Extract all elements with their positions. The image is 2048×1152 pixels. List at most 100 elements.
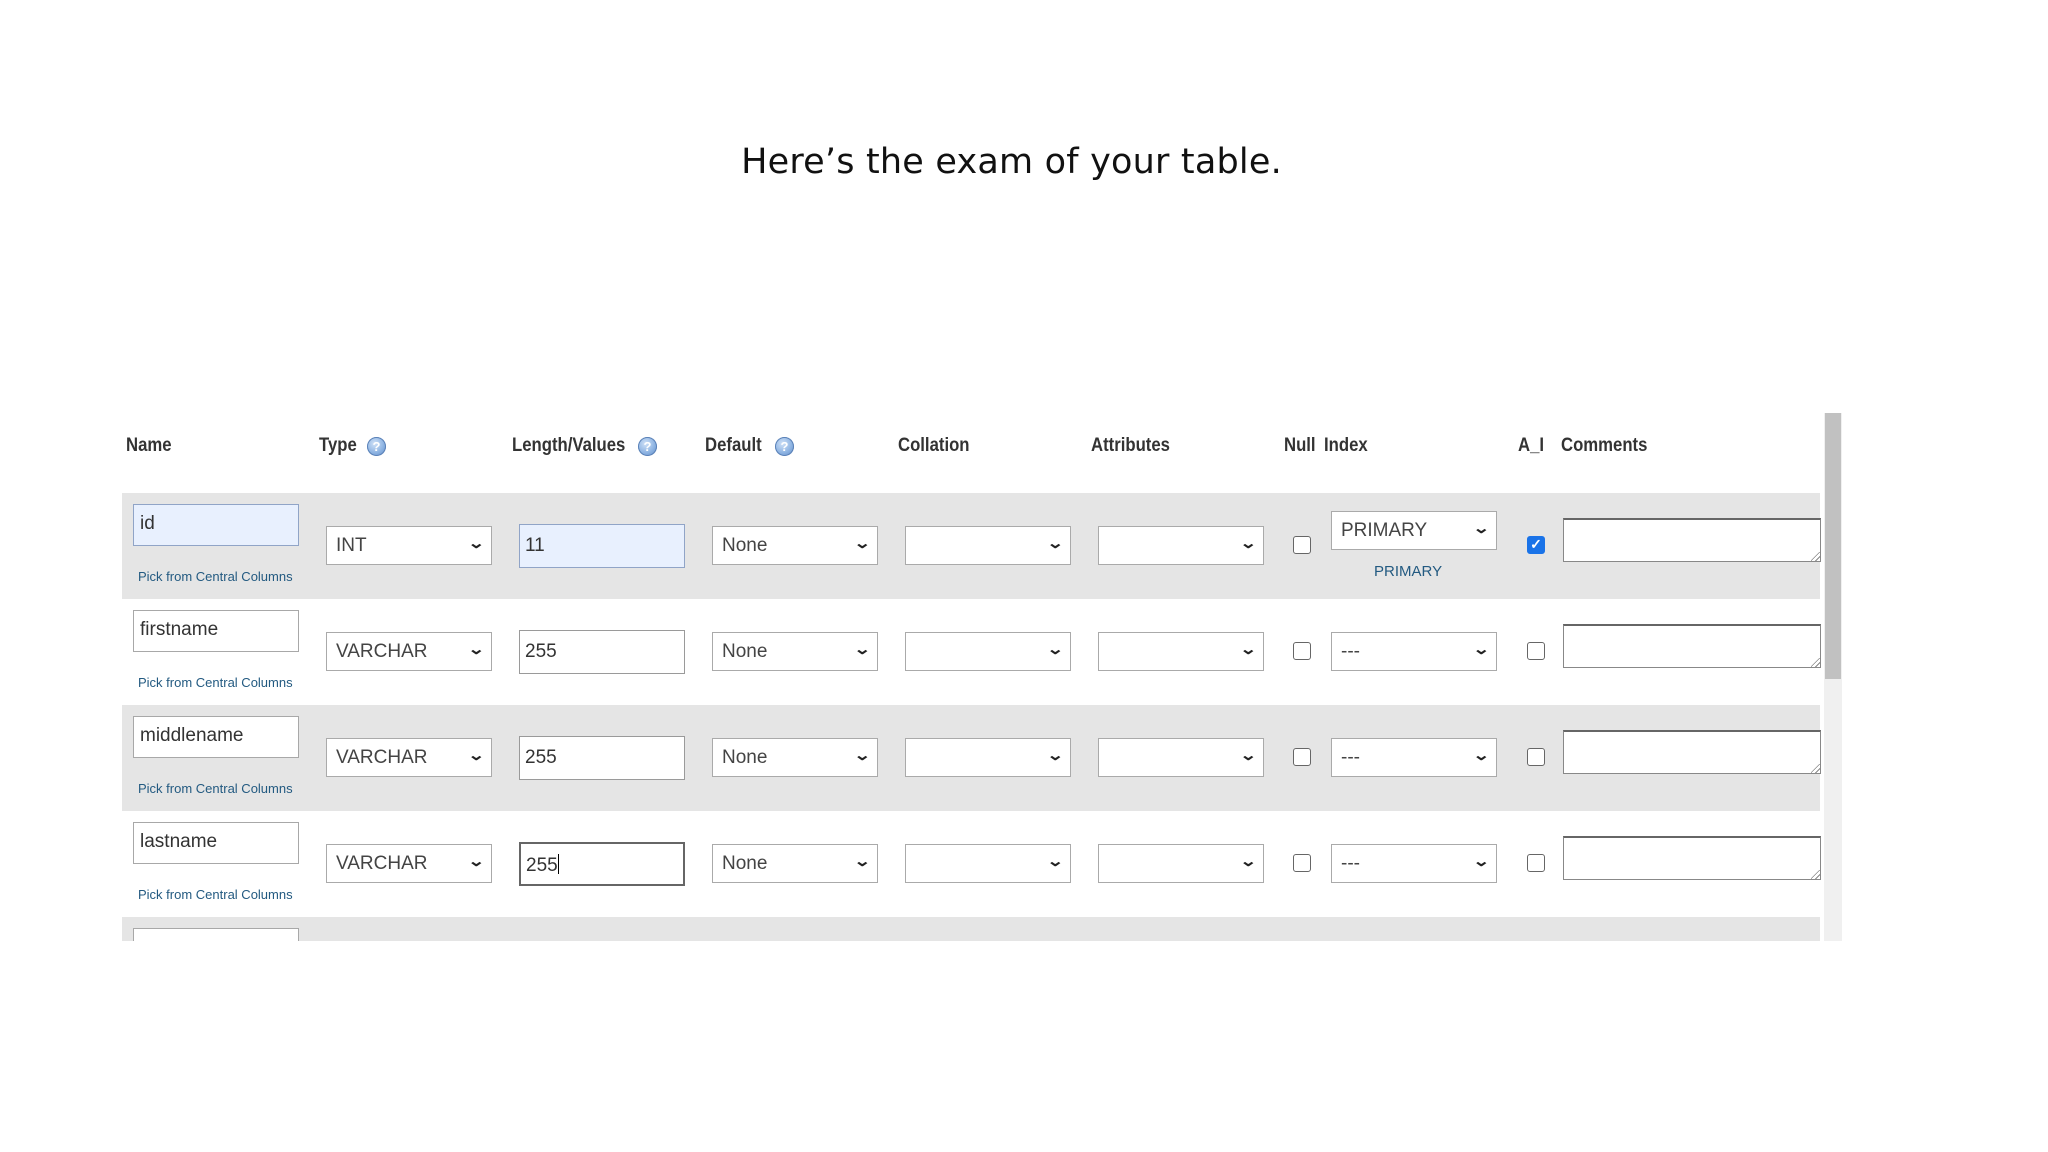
scrollbar-thumb[interactable] xyxy=(1825,413,1841,679)
index-select[interactable]: --- ⌄ xyxy=(1331,632,1497,671)
chevron-down-icon: ⌄ xyxy=(1239,535,1258,552)
pick-central-columns-link[interactable]: Pick from Central Columns xyxy=(138,675,293,690)
resize-grip-icon[interactable] xyxy=(1811,764,1820,773)
type-select-value: INT xyxy=(336,535,367,556)
comments-resize-area xyxy=(1563,730,1821,774)
attributes-select[interactable]: ⌄ xyxy=(1098,738,1264,777)
header-length-values: Length/Values xyxy=(512,435,626,456)
column-name-input[interactable]: firstname xyxy=(133,610,299,652)
chevron-down-icon: ⌄ xyxy=(1046,853,1065,870)
chevron-down-icon: ⌄ xyxy=(1046,747,1065,764)
null-checkbox[interactable] xyxy=(1293,854,1311,872)
auto-increment-checkbox[interactable] xyxy=(1527,748,1545,766)
default-select[interactable]: None ⌄ xyxy=(712,632,878,671)
type-select-value: VARCHAR xyxy=(336,853,428,874)
default-select-value: None xyxy=(722,641,768,662)
chevron-down-icon: ⌄ xyxy=(1472,747,1491,764)
index-select-value: --- xyxy=(1341,747,1360,768)
attributes-select[interactable]: ⌄ xyxy=(1098,632,1264,671)
index-select[interactable]: --- ⌄ xyxy=(1331,844,1497,883)
table-row-partial xyxy=(122,917,1820,941)
attributes-select[interactable]: ⌄ xyxy=(1098,526,1264,565)
vertical-scrollbar[interactable] xyxy=(1824,413,1842,941)
length-values-input[interactable]: 255 xyxy=(519,630,685,674)
chevron-down-icon: ⌄ xyxy=(467,853,486,870)
chevron-down-icon: ⌄ xyxy=(1472,853,1491,870)
header-type: Type xyxy=(319,435,357,456)
type-select[interactable]: INT ⌄ xyxy=(326,526,492,565)
collation-select[interactable]: ⌄ xyxy=(905,844,1071,883)
length-values-text: 255 xyxy=(526,855,558,876)
help-icon[interactable]: ? xyxy=(775,437,794,456)
index-select[interactable]: --- ⌄ xyxy=(1331,738,1497,777)
chevron-down-icon: ⌄ xyxy=(1239,853,1258,870)
resize-grip-icon[interactable] xyxy=(1811,552,1820,561)
header-ai: A_I xyxy=(1518,435,1545,456)
comments-resize-area xyxy=(1563,624,1821,668)
default-select[interactable]: None ⌄ xyxy=(712,526,878,565)
type-select-value: VARCHAR xyxy=(336,747,428,768)
chevron-down-icon: ⌄ xyxy=(853,853,872,870)
length-values-input[interactable]: 11 xyxy=(519,524,685,568)
index-select-value: --- xyxy=(1341,641,1360,662)
type-select[interactable]: VARCHAR ⌄ xyxy=(326,844,492,883)
check-icon: ✓ xyxy=(1530,536,1542,552)
auto-increment-checkbox[interactable] xyxy=(1527,854,1545,872)
chevron-down-icon: ⌄ xyxy=(1239,747,1258,764)
chevron-down-icon: ⌄ xyxy=(1472,520,1491,537)
chevron-down-icon: ⌄ xyxy=(1239,641,1258,658)
column-name-input[interactable]: id xyxy=(133,504,299,546)
header-null: Null xyxy=(1284,435,1316,456)
default-select-value: None xyxy=(722,853,768,874)
chevron-down-icon: ⌄ xyxy=(467,535,486,552)
chevron-down-icon: ⌄ xyxy=(467,641,486,658)
chevron-down-icon: ⌄ xyxy=(853,747,872,764)
column-name-input[interactable]: lastname xyxy=(133,822,299,864)
comments-resize-area xyxy=(1563,836,1821,880)
text-caret xyxy=(557,854,559,874)
primary-index-label[interactable]: PRIMARY xyxy=(1374,563,1442,580)
type-select[interactable]: VARCHAR ⌄ xyxy=(326,632,492,671)
table-row: firstname Pick from Central Columns VARC… xyxy=(122,599,1821,705)
auto-increment-checkbox[interactable]: ✓ xyxy=(1527,536,1545,554)
resize-grip-icon[interactable] xyxy=(1811,658,1820,667)
table-row: middlename Pick from Central Columns VAR… xyxy=(122,705,1821,811)
header-index: Index xyxy=(1324,435,1368,456)
help-icon[interactable]: ? xyxy=(638,437,657,456)
null-checkbox[interactable] xyxy=(1293,748,1311,766)
index-select[interactable]: PRIMARY ⌄ xyxy=(1331,511,1497,550)
length-values-input[interactable]: 255 xyxy=(519,842,685,886)
collation-select[interactable]: ⌄ xyxy=(905,526,1071,565)
table-structure-panel: Name Type ? Length/Values ? Default ? Co… xyxy=(122,413,1857,941)
length-values-input[interactable]: 255 xyxy=(519,736,685,780)
default-select[interactable]: None ⌄ xyxy=(712,738,878,777)
collation-select[interactable]: ⌄ xyxy=(905,738,1071,777)
pick-central-columns-link[interactable]: Pick from Central Columns xyxy=(138,781,293,796)
default-select[interactable]: None ⌄ xyxy=(712,844,878,883)
table-row: id Pick from Central Columns INT ⌄ 11 Non… xyxy=(122,493,1821,599)
auto-increment-checkbox[interactable] xyxy=(1527,642,1545,660)
header-comments: Comments xyxy=(1561,435,1648,456)
type-select-value: VARCHAR xyxy=(336,641,428,662)
chevron-down-icon: ⌄ xyxy=(1046,641,1065,658)
column-name-input[interactable]: middlename xyxy=(133,716,299,758)
index-select-value: PRIMARY xyxy=(1341,520,1428,541)
header-attributes: Attributes xyxy=(1091,435,1170,456)
help-icon[interactable]: ? xyxy=(367,437,386,456)
chevron-down-icon: ⌄ xyxy=(1472,641,1491,658)
attributes-select[interactable]: ⌄ xyxy=(1098,844,1264,883)
pick-central-columns-link[interactable]: Pick from Central Columns xyxy=(138,569,293,584)
comments-resize-area xyxy=(1563,518,1821,562)
null-checkbox[interactable] xyxy=(1293,642,1311,660)
null-checkbox[interactable] xyxy=(1293,536,1311,554)
column-name-input[interactable] xyxy=(133,928,299,941)
pick-central-columns-link[interactable]: Pick from Central Columns xyxy=(138,887,293,902)
resize-grip-icon[interactable] xyxy=(1811,870,1820,879)
header-default: Default xyxy=(705,435,762,456)
collation-select[interactable]: ⌄ xyxy=(905,632,1071,671)
index-select-value: --- xyxy=(1341,853,1360,874)
chevron-down-icon: ⌄ xyxy=(467,747,486,764)
type-select[interactable]: VARCHAR ⌄ xyxy=(326,738,492,777)
header-name: Name xyxy=(126,435,172,456)
chevron-down-icon: ⌄ xyxy=(1046,535,1065,552)
